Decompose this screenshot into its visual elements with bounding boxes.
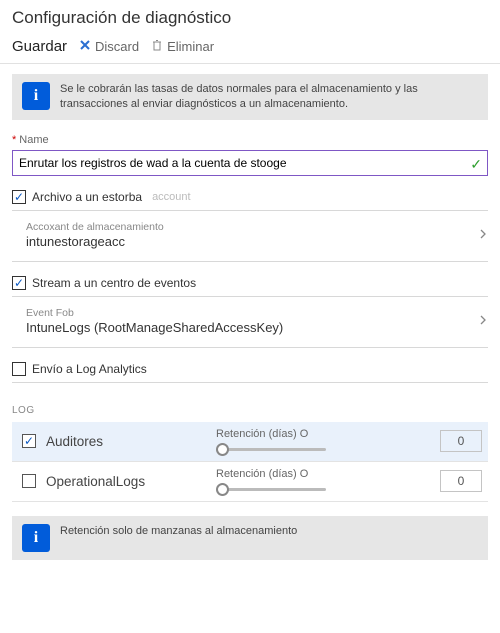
info-text: Se le cobrarán las tasas de datos normal…: [60, 82, 478, 112]
info-icon: i: [22, 524, 50, 552]
retention-slider[interactable]: [216, 443, 326, 455]
stream-label: Stream a un centro de eventos: [32, 276, 196, 290]
delete-label: Eliminar: [167, 39, 214, 54]
log-checkbox[interactable]: [22, 474, 36, 488]
event-hub-row[interactable]: Event Fob IntuneLogs (RootManageSharedAc…: [26, 303, 488, 341]
loganalytics-checkbox[interactable]: [12, 362, 26, 376]
discard-button[interactable]: Discard: [79, 39, 139, 54]
retention-slider[interactable]: [216, 483, 326, 495]
chevron-right-icon: [478, 228, 488, 242]
retention-label: Retención (días) O: [216, 428, 430, 440]
save-button[interactable]: Guardar: [12, 38, 67, 55]
info-banner: i Se le cobrarán las tasas de datos norm…: [12, 74, 488, 120]
retention-value[interactable]: 0: [440, 430, 482, 452]
name-label: Name: [19, 134, 48, 146]
info-text-2: Retención solo de manzanas al almacenami…: [60, 524, 297, 539]
retention-value[interactable]: 0: [440, 470, 482, 492]
log-row-operational[interactable]: OperationalLogs Retención (días) O 0: [12, 462, 488, 502]
retention-label: Retención (días) O: [216, 468, 430, 480]
storage-account-label: Accoxant de almacenamiento: [26, 221, 164, 233]
info-banner-2: i Retención solo de manzanas al almacena…: [12, 516, 488, 560]
info-icon: i: [22, 82, 50, 110]
valid-icon: ✓: [470, 156, 482, 173]
storage-account-value: intunestorageacc: [26, 234, 164, 249]
event-hub-label: Event Fob: [26, 307, 283, 319]
log-heading: LOG: [12, 405, 488, 416]
storage-account-row[interactable]: Accoxant de almacenamiento intunestorage…: [26, 217, 488, 255]
discard-label: Discard: [95, 39, 139, 54]
chevron-right-icon: [478, 314, 488, 328]
log-name: Auditores: [46, 434, 206, 449]
loganalytics-label: Envío a Log Analytics: [32, 362, 147, 376]
log-checkbox[interactable]: [22, 434, 36, 448]
archive-label: Archivo a un estorba: [32, 190, 142, 204]
log-row-auditores[interactable]: Auditores Retención (días) O 0: [12, 422, 488, 462]
log-name: OperationalLogs: [46, 474, 206, 489]
discard-icon: [79, 39, 91, 54]
name-input[interactable]: [12, 150, 488, 176]
delete-button[interactable]: Eliminar: [151, 39, 214, 54]
stream-checkbox[interactable]: [12, 276, 26, 290]
archive-checkbox[interactable]: [12, 190, 26, 204]
page-title: Configuración de diagnóstico: [12, 8, 231, 28]
trash-icon: [151, 39, 163, 54]
archive-ghost: account: [152, 191, 191, 203]
event-hub-value: IntuneLogs (RootManageSharedAccessKey): [26, 320, 283, 335]
